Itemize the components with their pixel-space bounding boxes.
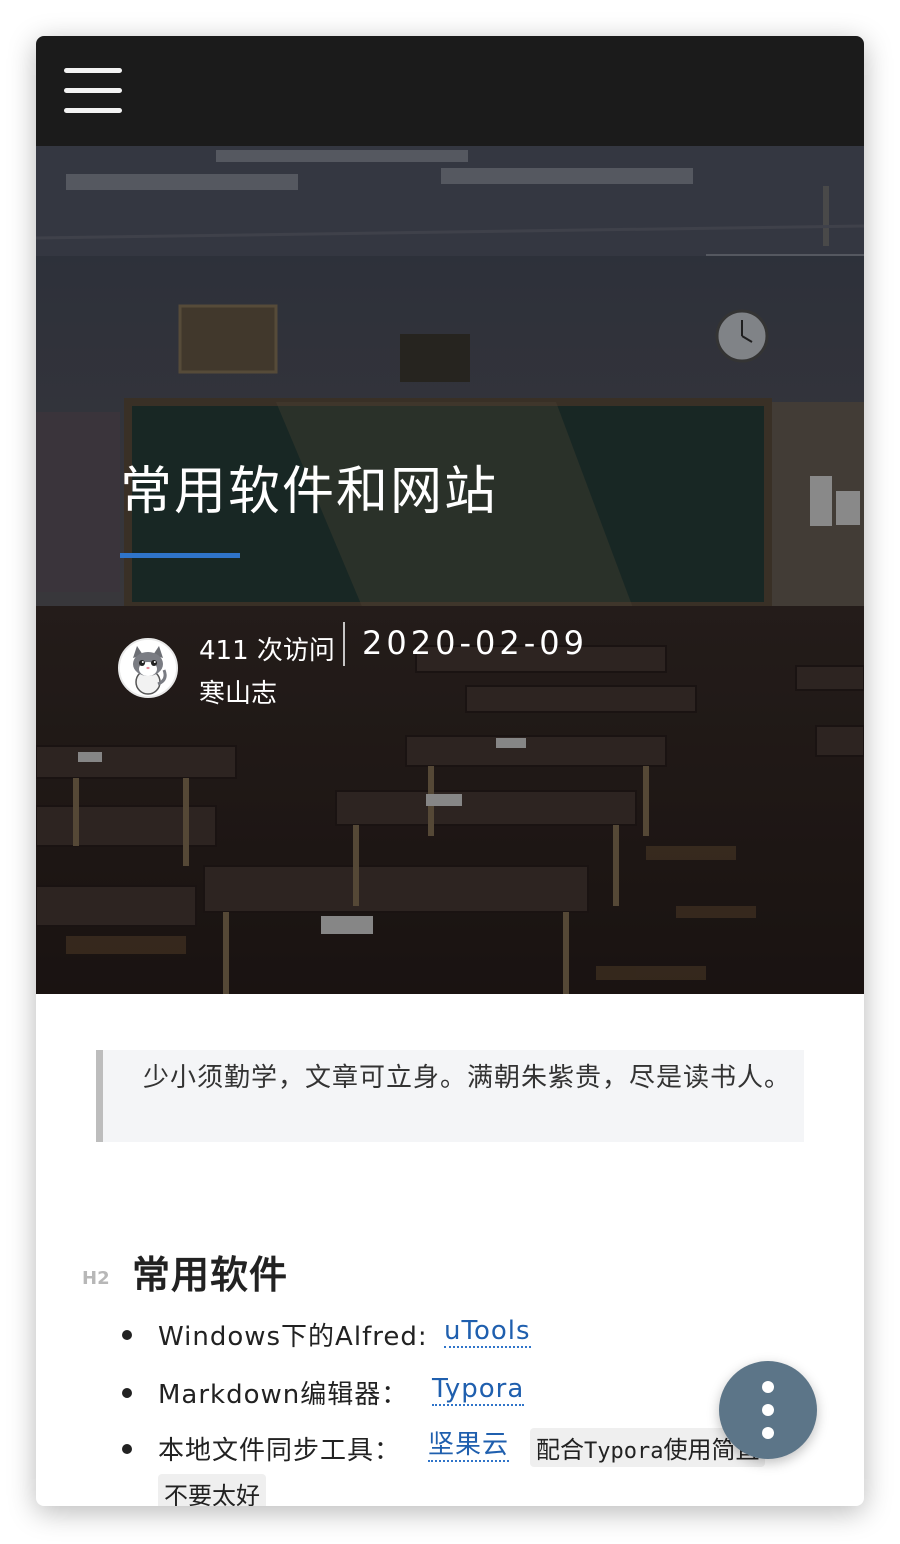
post-title: 常用软件和网站 [120, 462, 499, 522]
post-date: 2020-02-09 [362, 624, 588, 662]
list-item-text: Markdown编辑器： [158, 1380, 409, 1410]
cat-avatar-icon[interactable] [118, 638, 178, 698]
classroom-background-image [36, 146, 864, 994]
post-author[interactable]: 寒山志 [199, 673, 277, 710]
list-bullet [122, 1444, 132, 1454]
post-hero: 常用软件和网站 411 次访问 2020-02-09 寒山志 [36, 146, 864, 994]
title-underline [120, 553, 240, 558]
list-bullet [122, 1388, 132, 1398]
note-prefix: 配合 [536, 1436, 584, 1464]
hamburger-menu-icon[interactable] [62, 66, 124, 116]
visit-count: 411 次访问 [199, 636, 335, 666]
jianguoyun-link[interactable]: 坚果云 [428, 1430, 510, 1462]
browser-viewport: 常用软件和网站 411 次访问 2020-02-09 寒山志 少小须勤学，文章可… [36, 36, 864, 1506]
heading-level-badge: H2 [82, 1268, 110, 1289]
note-code: Typora [584, 1439, 664, 1464]
typora-link[interactable]: Typora [432, 1374, 525, 1406]
more-vertical-icon[interactable] [719, 1361, 817, 1459]
utools-link[interactable]: uTools [444, 1316, 531, 1348]
list-bullet [122, 1330, 132, 1340]
blockquote: 少小须勤学，文章可立身。满朝朱紫贵，尽是读书人。 [96, 1050, 804, 1142]
meta-divider [343, 622, 345, 666]
quote-text: 少小须勤学，文章可立身。满朝朱紫贵，尽是读书人。 [143, 1063, 792, 1093]
list-item-text: Windows下的Alfred: [158, 1322, 428, 1352]
top-navbar [36, 36, 864, 146]
inline-code-note-continued: 不要太好 [158, 1474, 266, 1506]
list-item-text: 本地文件同步工具： [158, 1436, 402, 1466]
section-heading: 常用软件 [132, 1253, 289, 1297]
